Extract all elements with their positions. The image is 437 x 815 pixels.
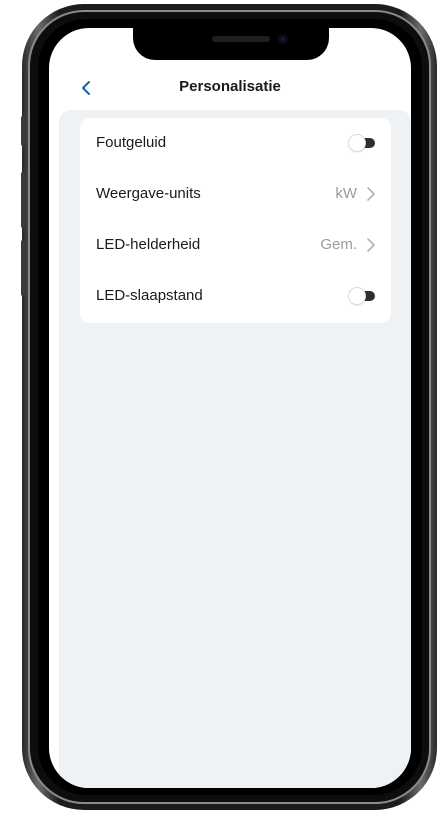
setting-row-error-sound[interactable]: Foutgeluid <box>80 118 391 169</box>
front-camera-icon <box>278 34 288 44</box>
navigation-bar: Personalisatie <box>49 68 411 108</box>
toggle-knob <box>349 288 365 304</box>
screenshot-stage: Personalisatie Foutgeluid Weergave-units… <box>0 0 437 815</box>
setting-label: Weergave-units <box>96 185 201 202</box>
volume-up-button <box>21 172 25 228</box>
chevron-right-icon <box>367 238 375 252</box>
setting-value: Gem. <box>320 236 357 253</box>
toggle-knob <box>349 135 365 151</box>
setting-value: kW <box>335 185 357 202</box>
setting-row-led-sleep[interactable]: LED-slaapstand <box>80 271 391 322</box>
setting-label: Foutgeluid <box>96 134 167 151</box>
speaker-grille <box>212 36 270 42</box>
error-sound-toggle[interactable] <box>349 135 375 151</box>
setting-row-led-brightness[interactable]: LED-helderheid Gem. <box>80 220 391 271</box>
volume-down-button <box>21 240 25 296</box>
setting-row-display-units[interactable]: Weergave-units kW <box>80 169 391 220</box>
setting-label: LED-helderheid <box>96 236 201 253</box>
setting-label: LED-slaapstand <box>96 287 203 304</box>
mute-switch <box>21 116 25 146</box>
chevron-right-icon <box>367 187 375 201</box>
page-title: Personalisatie <box>179 78 281 95</box>
notch <box>133 28 329 60</box>
led-sleep-toggle[interactable] <box>349 288 375 304</box>
settings-card: Foutgeluid Weergave-units kW LED-helderh… <box>80 118 391 323</box>
app-screen: Personalisatie Foutgeluid Weergave-units… <box>49 28 411 788</box>
